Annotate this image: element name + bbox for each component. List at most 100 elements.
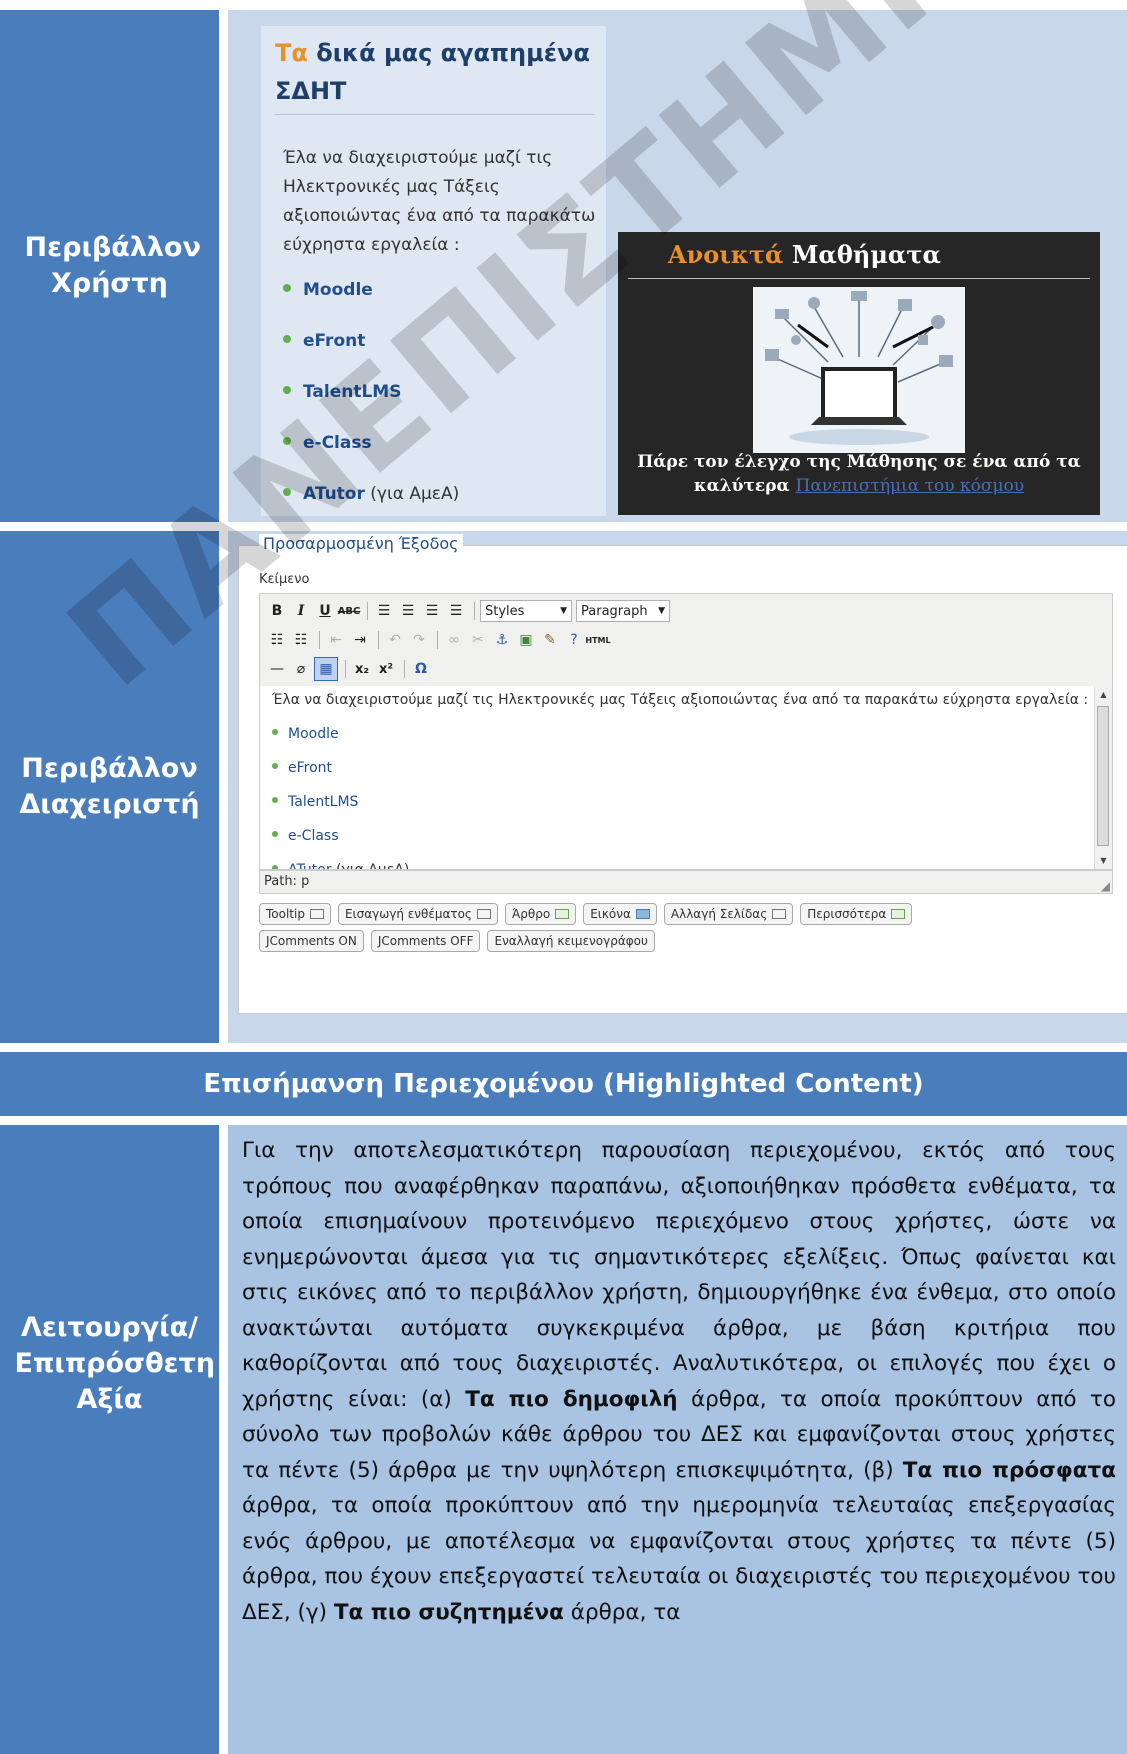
universities-link[interactable]: Πανεπιστήμια του κόσμου xyxy=(796,476,1025,496)
editor-item-eclass: e-Class xyxy=(272,822,409,856)
undo-icon[interactable]: ↶ xyxy=(384,629,406,651)
description-paragraph: Για την αποτελεσματικότερη παρουσίαση πε… xyxy=(242,1138,1117,1625)
page-break-button[interactable]: Αλλαγή Σελίδας xyxy=(663,903,794,925)
editor-item-talentlms: TalentLMS xyxy=(272,788,409,822)
bullet-icon xyxy=(272,763,278,769)
toolbar-separator xyxy=(367,602,368,620)
horizontal-rule-icon[interactable]: — xyxy=(266,658,288,680)
html-source-button[interactable]: HTML xyxy=(585,629,610,651)
toolbar-separator xyxy=(345,660,346,678)
most-recent-term: Τα πιο πρόσφατα xyxy=(902,1457,1116,1483)
tooltip-icon xyxy=(309,909,324,919)
editor-extension-buttons: Tooltip Εισαγωγή ενθέματος Άρθρο Εικόνα … xyxy=(259,903,919,925)
help-icon[interactable]: ? xyxy=(563,629,585,651)
align-left-icon[interactable]: ☰ xyxy=(373,600,395,622)
toolbar-separator xyxy=(378,631,379,649)
tooltip-button[interactable]: Tooltip xyxy=(259,903,331,925)
styles-select[interactable]: Styles ▼ xyxy=(480,600,572,622)
bullet-icon xyxy=(283,386,291,394)
admin-environment-label: Περιβάλλον Διαχειριστή xyxy=(0,531,219,1043)
row-separator xyxy=(0,1043,1127,1052)
unlink-icon[interactable]: ✂ xyxy=(467,629,489,651)
favorites-title: Τα δικά μας αγαπημένα ΣΔΗΤ xyxy=(275,34,595,115)
dropdown-arrow-icon: ▼ xyxy=(560,606,567,616)
laptop-cloud-illustration xyxy=(753,287,965,453)
scroll-thumb[interactable] xyxy=(1097,706,1109,846)
most-discussed-term: Τα πιο συζητημένα xyxy=(333,1599,564,1625)
align-justify-icon[interactable]: ☰ xyxy=(445,600,467,622)
page-break-icon xyxy=(772,909,787,919)
link-icon[interactable]: ∞ xyxy=(443,629,465,651)
article-button[interactable]: Άρθρο xyxy=(504,903,577,925)
favorites-item-moodle[interactable]: Moodle xyxy=(283,276,459,327)
jcomments-on-button[interactable]: JComments ON xyxy=(259,930,364,952)
redo-icon[interactable]: ↷ xyxy=(408,629,430,651)
most-popular-term: Τα πιο δημοφιλή xyxy=(465,1386,678,1412)
editor-item-moodle: Moodle xyxy=(272,720,409,754)
anchor-icon[interactable]: ⚓ xyxy=(491,629,513,651)
editor-toolbar: B I U ABC ☰ ☰ ☰ ☰ Styles ▼ Paragraph ▼ ☷ ☷… xyxy=(259,593,1113,687)
bullet-icon xyxy=(283,284,291,292)
favorites-item-efront[interactable]: eFront xyxy=(283,327,459,378)
user-environment-content: Τα δικά μας αγαπημένα ΣΔΗΤ Έλα να διαχει… xyxy=(228,10,1127,522)
image-icon[interactable]: ▣ xyxy=(515,629,537,651)
bullet-icon xyxy=(283,437,291,445)
read-more-button[interactable]: Περισσότερα xyxy=(800,903,913,925)
superscript-button[interactable]: x² xyxy=(375,658,397,680)
admin-environment-content: Προσαρμοσμένη Έξοδος Κείμενο B I U ABC ☰… xyxy=(228,531,1127,1043)
remove-format-icon[interactable]: ⌀ xyxy=(290,658,312,680)
editor-scrollbar[interactable]: ▲ ▼ xyxy=(1094,686,1112,869)
bold-button[interactable]: B xyxy=(266,600,288,622)
editor-content-area[interactable]: Έλα να διαχειριστούμε μαζί τις Ηλεκτρονι… xyxy=(259,686,1113,870)
italic-button[interactable]: I xyxy=(290,600,312,622)
favorites-item-eclass[interactable]: e-Class xyxy=(283,429,459,480)
toolbar-separator xyxy=(404,660,405,678)
open-courses-banner[interactable]: Ανοικτά Μαθήματα Πάρε τον έλεγχο της Μάθ… xyxy=(618,232,1100,515)
laptop-icon xyxy=(765,291,953,445)
underline-button[interactable]: U xyxy=(314,600,336,622)
row-separator xyxy=(0,1116,1127,1125)
bullet-icon xyxy=(272,831,278,837)
module-icon xyxy=(476,909,491,919)
favorites-item-talentlms[interactable]: TalentLMS xyxy=(283,378,459,429)
special-char-icon[interactable]: Ω xyxy=(410,658,432,680)
jcomments-off-button[interactable]: JComments OFF xyxy=(370,930,481,952)
outdent-icon[interactable]: ⇤ xyxy=(325,629,347,651)
read-more-icon xyxy=(891,909,906,919)
function-label: Λειτουργία/ Επιπρόσθετη Αξία xyxy=(0,1125,219,1754)
visual-aid-icon[interactable]: ▦ xyxy=(314,657,338,681)
insert-module-button[interactable]: Εισαγωγή ενθέματος xyxy=(337,903,498,925)
resize-grip-icon[interactable]: ◢ xyxy=(1097,879,1110,893)
text-field-label: Κείμενο xyxy=(259,572,310,587)
scroll-up-icon[interactable]: ▲ xyxy=(1095,686,1112,703)
path-text: Path: p xyxy=(264,874,310,889)
open-courses-caption: Πάρε τον έλεγχο της Μάθησης σε ένα από τ… xyxy=(637,452,1081,496)
numbered-list-icon[interactable]: ☷ xyxy=(290,629,312,651)
strikethrough-button[interactable]: ABC xyxy=(338,600,361,622)
favorites-title-accent: Τα xyxy=(275,39,308,67)
indent-icon[interactable]: ⇥ xyxy=(349,629,371,651)
image-icon xyxy=(635,909,650,919)
editor-intro-text: Έλα να διαχειριστούμε μαζί τις Ηλεκτρονι… xyxy=(272,692,1089,708)
image-button[interactable]: Εικόνα xyxy=(583,903,657,925)
favorites-intro: Έλα να διαχειριστούμε μαζί τις Ηλεκτρονι… xyxy=(283,148,596,255)
toolbar-separator xyxy=(319,631,320,649)
atutor-note: (για ΑμεΑ) xyxy=(364,484,460,504)
toggle-editor-button[interactable]: Εναλλαγή κειμενογράφου xyxy=(487,930,655,952)
bullet-icon xyxy=(272,729,278,735)
align-right-icon[interactable]: ☰ xyxy=(421,600,443,622)
editor-item-efront: eFront xyxy=(272,754,409,788)
row-separator xyxy=(0,522,1127,531)
editor-item-atutor: ATutor (για ΑμεΑ) xyxy=(272,856,409,869)
favorites-module: Τα δικά μας αγαπημένα ΣΔΗΤ Έλα να διαχει… xyxy=(261,26,606,516)
align-center-icon[interactable]: ☰ xyxy=(397,600,419,622)
divider xyxy=(628,278,1090,279)
format-select[interactable]: Paragraph ▼ xyxy=(576,600,670,622)
scroll-down-icon[interactable]: ▼ xyxy=(1095,852,1112,869)
function-content: Για την αποτελεσματικότερη παρουσίαση πε… xyxy=(228,1125,1127,1754)
bullet-list-icon[interactable]: ☷ xyxy=(266,629,288,651)
highlighted-content-header: Επισήμανση Περιεχομένου (Highlighted Con… xyxy=(0,1052,1127,1116)
subscript-button[interactable]: x₂ xyxy=(351,658,373,680)
cleanup-icon[interactable]: ✎ xyxy=(539,629,561,651)
custom-output-fieldset: Προσαρμοσμένη Έξοδος Κείμενο B I U ABC ☰… xyxy=(238,534,1127,1014)
